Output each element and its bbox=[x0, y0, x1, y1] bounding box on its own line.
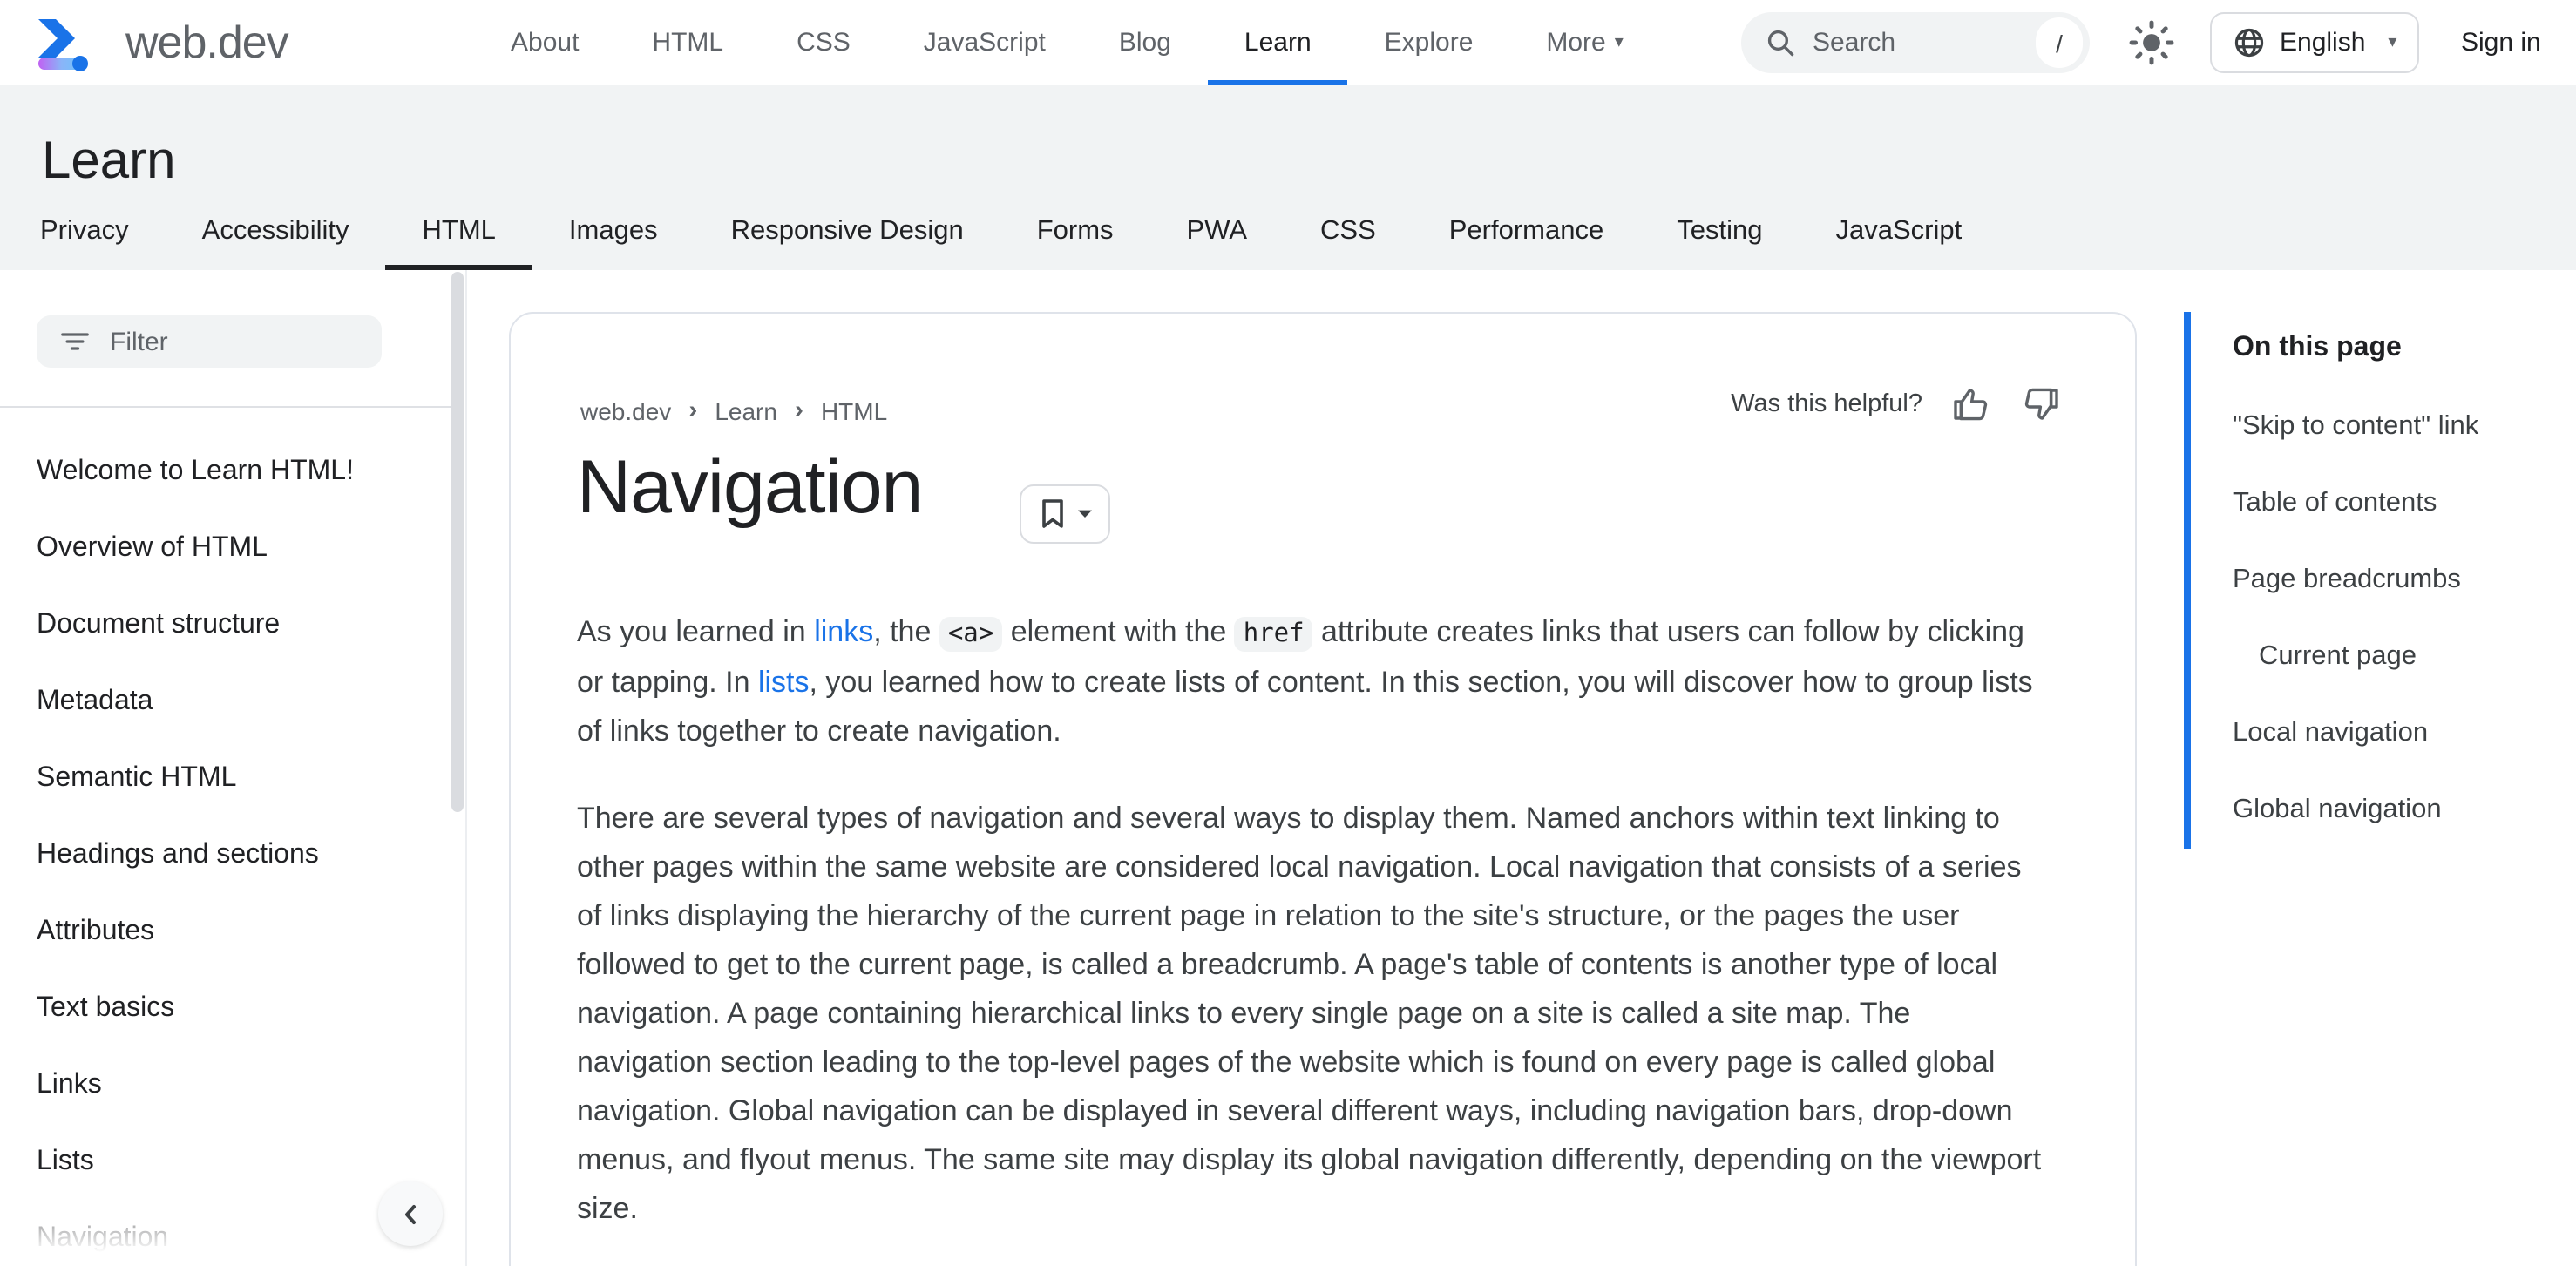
language-selector[interactable]: English ▾ bbox=[2210, 12, 2420, 73]
breadcrumb: web.dev › Learn › HTML bbox=[580, 396, 887, 425]
lesson-item-links[interactable]: Links bbox=[0, 1047, 444, 1124]
nav-item-css[interactable]: CSS bbox=[760, 0, 887, 85]
tab-javascript[interactable]: JavaScript bbox=[1799, 193, 1998, 270]
learn-section-header: Learn Privacy Accessibility HTML Images … bbox=[0, 85, 2576, 270]
lesson-item-semantic-html[interactable]: Semantic HTML bbox=[0, 741, 444, 817]
lesson-item-text-basics[interactable]: Text basics bbox=[0, 971, 444, 1047]
nav-item-html[interactable]: HTML bbox=[615, 0, 760, 85]
tab-responsive-design[interactable]: Responsive Design bbox=[695, 193, 1000, 270]
bookmark-button[interactable] bbox=[1020, 484, 1110, 544]
filter-box[interactable] bbox=[37, 315, 382, 368]
breadcrumb-html[interactable]: HTML bbox=[821, 396, 887, 424]
article-card: web.dev › Learn › HTML Was this helpful? bbox=[509, 312, 2137, 1266]
nav-item-more[interactable]: More ▾ bbox=[1509, 0, 1659, 85]
sign-in-button[interactable]: Sign in bbox=[2461, 0, 2541, 85]
sidebar-scrollbar[interactable] bbox=[451, 272, 464, 812]
tab-privacy[interactable]: Privacy bbox=[3, 193, 166, 270]
lesson-item-metadata[interactable]: Metadata bbox=[0, 664, 444, 741]
text-run: , the bbox=[873, 615, 939, 648]
theme-toggle-button[interactable] bbox=[2128, 19, 2175, 66]
filter-icon bbox=[61, 333, 89, 350]
logo-wordmark: web.dev bbox=[125, 16, 289, 68]
toc-item-page-breadcrumbs[interactable]: Page breadcrumbs bbox=[2233, 542, 2560, 619]
links-inline-link[interactable]: links bbox=[814, 615, 873, 648]
text-run: element with the bbox=[1002, 615, 1235, 648]
webdev-logo-icon bbox=[38, 18, 88, 71]
tab-accessibility[interactable]: Accessibility bbox=[166, 193, 386, 270]
tab-performance[interactable]: Performance bbox=[1413, 193, 1640, 270]
lesson-item-lists[interactable]: Lists bbox=[0, 1124, 444, 1201]
lesson-item-welcome[interactable]: Welcome to Learn HTML! bbox=[0, 434, 444, 511]
lesson-item-attributes[interactable]: Attributes bbox=[0, 894, 444, 971]
toc-item-local-navigation[interactable]: Local navigation bbox=[2233, 695, 2560, 772]
on-this-page-rail: On this page "Skip to content" link Tabl… bbox=[2184, 312, 2560, 849]
tab-testing[interactable]: Testing bbox=[1640, 193, 1799, 270]
code-chip-href: href bbox=[1234, 617, 1313, 652]
thumbs-down-button[interactable] bbox=[2020, 383, 2062, 425]
page-title: Navigation bbox=[577, 446, 923, 530]
lesson-list: Welcome to Learn HTML! Overview of HTML … bbox=[0, 434, 444, 1266]
feedback-widget: Was this helpful? bbox=[1731, 383, 2062, 425]
course-sidebar: Welcome to Learn HTML! Overview of HTML … bbox=[0, 270, 467, 1266]
chevron-right-icon: › bbox=[794, 396, 803, 424]
sidebar-edge-line bbox=[465, 270, 467, 1266]
paragraph-navigation-types: There are several types of navigation an… bbox=[577, 802, 2042, 1225]
chevron-down-icon: ▾ bbox=[1614, 33, 1624, 52]
bookmark-icon bbox=[1041, 499, 1062, 528]
article-body: As you learned in links, the <a> element… bbox=[577, 608, 2051, 1266]
breadcrumb-webdev[interactable]: web.dev bbox=[580, 396, 671, 424]
top-header: web.dev About HTML CSS JavaScript Blog L… bbox=[0, 0, 2576, 85]
lesson-item-headings-sections[interactable]: Headings and sections bbox=[0, 817, 444, 894]
search-icon bbox=[1767, 30, 1794, 57]
toc-item-skip-to-content[interactable]: "Skip to content" link bbox=[2233, 389, 2560, 465]
chevron-down-icon: ▾ bbox=[2388, 33, 2397, 52]
toc-heading: On this page bbox=[2233, 333, 2402, 362]
nav-item-blog[interactable]: Blog bbox=[1082, 0, 1208, 85]
tab-forms[interactable]: Forms bbox=[1000, 193, 1150, 270]
thumbs-up-button[interactable] bbox=[1950, 383, 1992, 425]
language-label: English bbox=[2280, 28, 2366, 58]
tab-images[interactable]: Images bbox=[532, 193, 695, 270]
nav-item-explore[interactable]: Explore bbox=[1348, 0, 1510, 85]
nav-item-javascript[interactable]: JavaScript bbox=[887, 0, 1082, 85]
toc-item-global-navigation[interactable]: Global navigation bbox=[2233, 772, 2560, 849]
course-tabs: Privacy Accessibility HTML Images Respon… bbox=[3, 193, 1998, 270]
sidebar-collapse-button[interactable] bbox=[378, 1181, 443, 1246]
tab-pwa[interactable]: PWA bbox=[1150, 193, 1284, 270]
feedback-label: Was this helpful? bbox=[1731, 390, 1922, 418]
chevron-left-icon bbox=[404, 1204, 415, 1223]
text-run: As you learned in bbox=[577, 615, 815, 648]
toc-item-current-page[interactable]: Current page bbox=[2233, 619, 2560, 695]
nav-more-label: More bbox=[1546, 28, 1606, 58]
search-shortcut-key: / bbox=[2036, 17, 2083, 68]
tab-html[interactable]: HTML bbox=[385, 193, 533, 270]
search-box[interactable]: / bbox=[1741, 12, 2090, 73]
toc-list: "Skip to content" link Table of contents… bbox=[2233, 389, 2560, 849]
filter-input[interactable] bbox=[110, 327, 336, 356]
chevron-down-icon bbox=[1077, 510, 1091, 518]
primary-nav: About HTML CSS JavaScript Blog Learn Exp… bbox=[474, 0, 1660, 85]
lists-inline-link[interactable]: lists bbox=[758, 666, 810, 699]
sun-icon bbox=[2129, 20, 2174, 65]
sidebar-divider bbox=[0, 406, 453, 408]
code-chip-a-element: <a> bbox=[939, 617, 1003, 652]
chevron-right-icon: › bbox=[688, 396, 698, 424]
nav-item-learn[interactable]: Learn bbox=[1207, 0, 1349, 85]
search-input[interactable] bbox=[1813, 28, 1987, 58]
tab-css[interactable]: CSS bbox=[1284, 193, 1413, 270]
webdev-logo[interactable]: web.dev bbox=[33, 0, 289, 85]
paragraph-intro: As you learned in links, the <a> element… bbox=[577, 608, 2051, 756]
section-title: Learn bbox=[42, 132, 176, 190]
breadcrumb-learn[interactable]: Learn bbox=[715, 396, 777, 424]
lesson-item-overview[interactable]: Overview of HTML bbox=[0, 511, 444, 587]
lesson-item-document-structure[interactable]: Document structure bbox=[0, 587, 444, 664]
webdev-learn-html-page: web.dev About HTML CSS JavaScript Blog L… bbox=[0, 0, 2576, 1266]
globe-icon bbox=[2234, 28, 2264, 58]
toc-item-table-of-contents[interactable]: Table of contents bbox=[2233, 465, 2560, 542]
nav-item-about[interactable]: About bbox=[474, 0, 615, 85]
